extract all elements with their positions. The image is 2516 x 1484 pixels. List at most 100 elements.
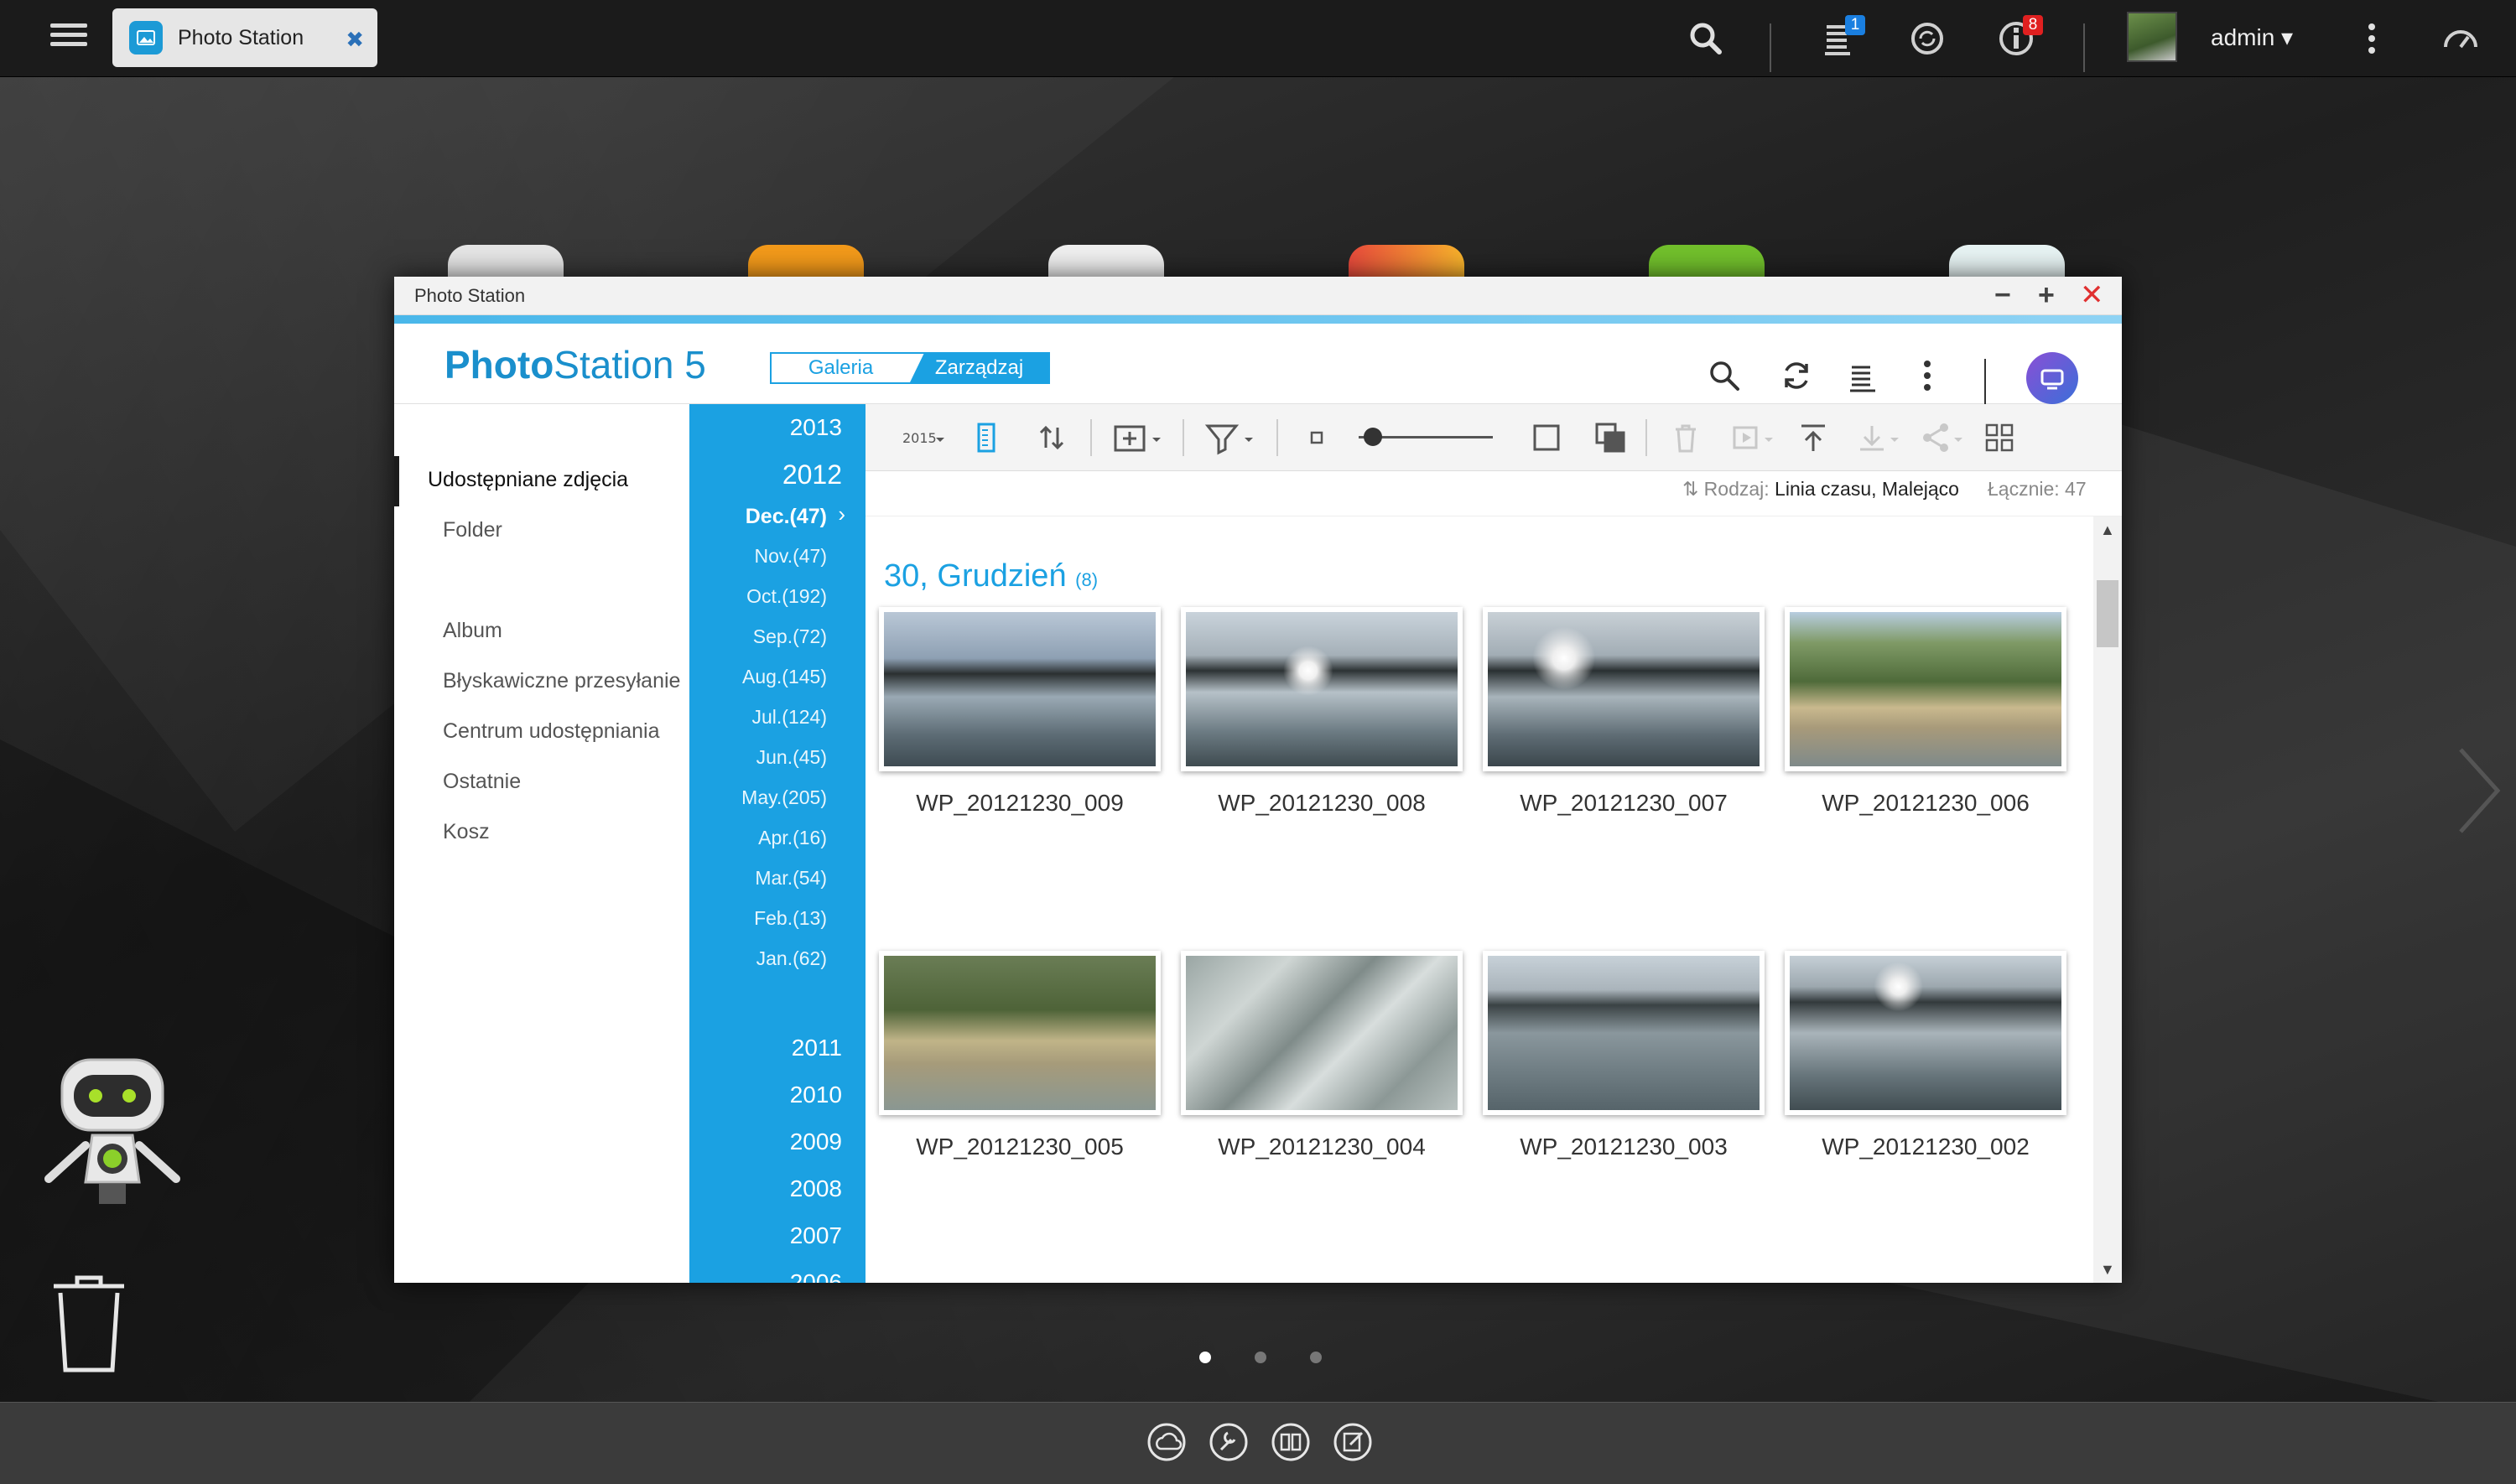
photo-thumbnail[interactable]: [1483, 607, 1765, 771]
share-icon[interactable]: [1919, 419, 1969, 456]
tools-dock-icon[interactable]: [1208, 1421, 1250, 1463]
search-icon[interactable]: [1686, 18, 1726, 59]
more-options-icon[interactable]: [2352, 18, 2392, 59]
nav-item-trash[interactable]: Kosz: [443, 820, 490, 844]
slideshow-icon[interactable]: [1729, 419, 1780, 456]
sort-indicator[interactable]: ⇅ Rodzaj: Linia czasu, Malejąco: [1682, 478, 1959, 501]
timeline-month[interactable]: Jan.(62): [756, 947, 827, 970]
desktop-page-dot[interactable]: [1255, 1352, 1266, 1363]
close-tab-icon[interactable]: ✖: [346, 27, 364, 53]
trash-icon[interactable]: [45, 1268, 133, 1377]
timeline-month[interactable]: Nov.(47): [755, 545, 828, 568]
timeline-view-icon[interactable]: 2015: [901, 419, 946, 456]
scrollbar-thumb[interactable]: [2097, 580, 2118, 647]
photo-thumbnail[interactable]: [1785, 607, 2066, 771]
timeline-year-current[interactable]: 2012: [782, 459, 842, 490]
event-notifications-icon[interactable]: 8: [1996, 15, 2043, 59]
timeline-year[interactable]: 2007: [790, 1222, 842, 1249]
nav-item-folder[interactable]: Folder: [443, 518, 502, 542]
timeline-month[interactable]: Oct.(192): [746, 585, 827, 608]
filter-icon[interactable]: [1203, 419, 1261, 456]
timeline-month[interactable]: May.(205): [741, 786, 827, 809]
photo-thumbnail[interactable]: [879, 607, 1161, 771]
timeline-year[interactable]: 2011: [792, 1035, 842, 1061]
photo-name: WP_20121230_008: [1218, 790, 1426, 816]
timeline-month-current[interactable]: Dec.(47): [746, 505, 827, 529]
background-tasks-icon[interactable]: 1: [1818, 15, 1865, 59]
sort-value: Linia czasu, Malejąco: [1775, 478, 1959, 500]
info-badge: 8: [2023, 15, 2043, 35]
timeline-month[interactable]: Jun.(45): [756, 746, 827, 769]
timeline-month[interactable]: Jul.(124): [752, 706, 827, 729]
timeline-month[interactable]: Apr.(16): [758, 827, 827, 849]
timeline-year[interactable]: 2010: [790, 1082, 842, 1108]
photo-image: [884, 612, 1156, 766]
background-tasks-icon[interactable]: [1845, 357, 1882, 394]
small-thumbnail-icon[interactable]: [1298, 419, 1335, 456]
delete-icon[interactable]: [1667, 419, 1704, 456]
photo-name: WP_20121230_009: [916, 790, 1124, 816]
timeline-year[interactable]: 2013: [790, 414, 842, 441]
photo-thumbnail[interactable]: [1785, 951, 2066, 1115]
desktop-page-dot-active[interactable]: [1199, 1352, 1211, 1363]
next-page-arrow-icon[interactable]: [2454, 745, 2504, 837]
scroll-down-icon[interactable]: ▼: [2100, 1261, 2115, 1279]
taskbar-app-tab[interactable]: Photo Station ✖: [112, 8, 377, 67]
large-thumbnail-icon[interactable]: [1528, 419, 1565, 456]
photo-name: WP_20121230_007: [1520, 790, 1728, 816]
user-avatar[interactable]: [2127, 12, 2177, 62]
media-player-icon[interactable]: [2026, 352, 2078, 404]
main-menu-icon[interactable]: [50, 18, 87, 55]
date-ruler-icon[interactable]: [968, 419, 1005, 456]
photo-name: WP_20121230_004: [1218, 1134, 1426, 1160]
dashboard-icon[interactable]: [2441, 18, 2481, 59]
gallery-mode-tab[interactable]: Galeria: [772, 354, 910, 382]
myqnapcloud-dock-icon[interactable]: [1146, 1421, 1188, 1463]
photo-image: [1488, 612, 1760, 766]
qnap-robot-assistant-icon[interactable]: [37, 1053, 188, 1221]
desktop-page-dot[interactable]: [1310, 1352, 1322, 1363]
search-icon[interactable]: [1706, 357, 1743, 394]
window-titlebar[interactable]: Photo Station − + ✕: [394, 277, 2122, 315]
photo-thumbnail[interactable]: [879, 951, 1161, 1115]
photo-thumbnail[interactable]: [1181, 607, 1463, 771]
nav-item-recent[interactable]: Ostatnie: [443, 770, 521, 794]
nav-item-shared-photos[interactable]: Udostępniane zdjęcia: [428, 468, 628, 492]
manual-dock-icon[interactable]: [1270, 1421, 1312, 1463]
add-to-album-icon[interactable]: [1110, 419, 1169, 456]
nav-item-qsync[interactable]: Błyskawiczne przesyłanie: [443, 669, 680, 693]
sort-icon[interactable]: [1033, 419, 1070, 456]
timeline-year[interactable]: 2009: [790, 1129, 842, 1155]
select-multiple-icon[interactable]: [1592, 419, 1629, 456]
download-icon[interactable]: [1855, 419, 1905, 456]
toolbar-separator: [1183, 419, 1184, 456]
external-device-icon[interactable]: [1907, 18, 1947, 59]
minimize-window-button[interactable]: −: [1994, 280, 2011, 310]
timeline-month[interactable]: Sep.(72): [753, 625, 827, 648]
close-window-button[interactable]: ✕: [2080, 280, 2104, 310]
content-scrollbar[interactable]: ▲ ▼: [2093, 516, 2122, 1283]
photo-image: [1186, 956, 1458, 1110]
photo-thumbnail[interactable]: [1483, 951, 1765, 1115]
username-menu[interactable]: admin ▾: [2211, 23, 2293, 51]
nav-item-share-center[interactable]: Centrum udostępniania: [443, 719, 660, 744]
timeline-month[interactable]: Feb.(13): [754, 907, 827, 930]
refresh-icon[interactable]: [1778, 357, 1815, 394]
upload-icon[interactable]: [1795, 419, 1832, 456]
grid-view-icon[interactable]: [1981, 419, 2018, 456]
timeline-year[interactable]: 2006: [790, 1269, 842, 1283]
feedback-dock-icon[interactable]: [1332, 1421, 1374, 1463]
timeline-month[interactable]: Mar.(54): [755, 867, 827, 890]
nav-item-album[interactable]: Album: [443, 619, 502, 643]
timeline-year[interactable]: 2008: [790, 1175, 842, 1202]
timeline-month[interactable]: Aug.(145): [742, 666, 827, 688]
window-accent-stripe: [394, 315, 2122, 324]
scroll-up-icon[interactable]: ▲: [2100, 521, 2115, 539]
slider-handle[interactable]: [1364, 428, 1382, 446]
maximize-window-button[interactable]: +: [2038, 280, 2055, 310]
mode-switch: Galeria Zarządzaj: [770, 352, 1050, 384]
more-options-icon[interactable]: [1909, 357, 1946, 394]
manage-mode-tab[interactable]: Zarządzaj: [910, 354, 1048, 382]
nav-active-indicator: [394, 456, 399, 506]
photo-thumbnail[interactable]: [1181, 951, 1463, 1115]
